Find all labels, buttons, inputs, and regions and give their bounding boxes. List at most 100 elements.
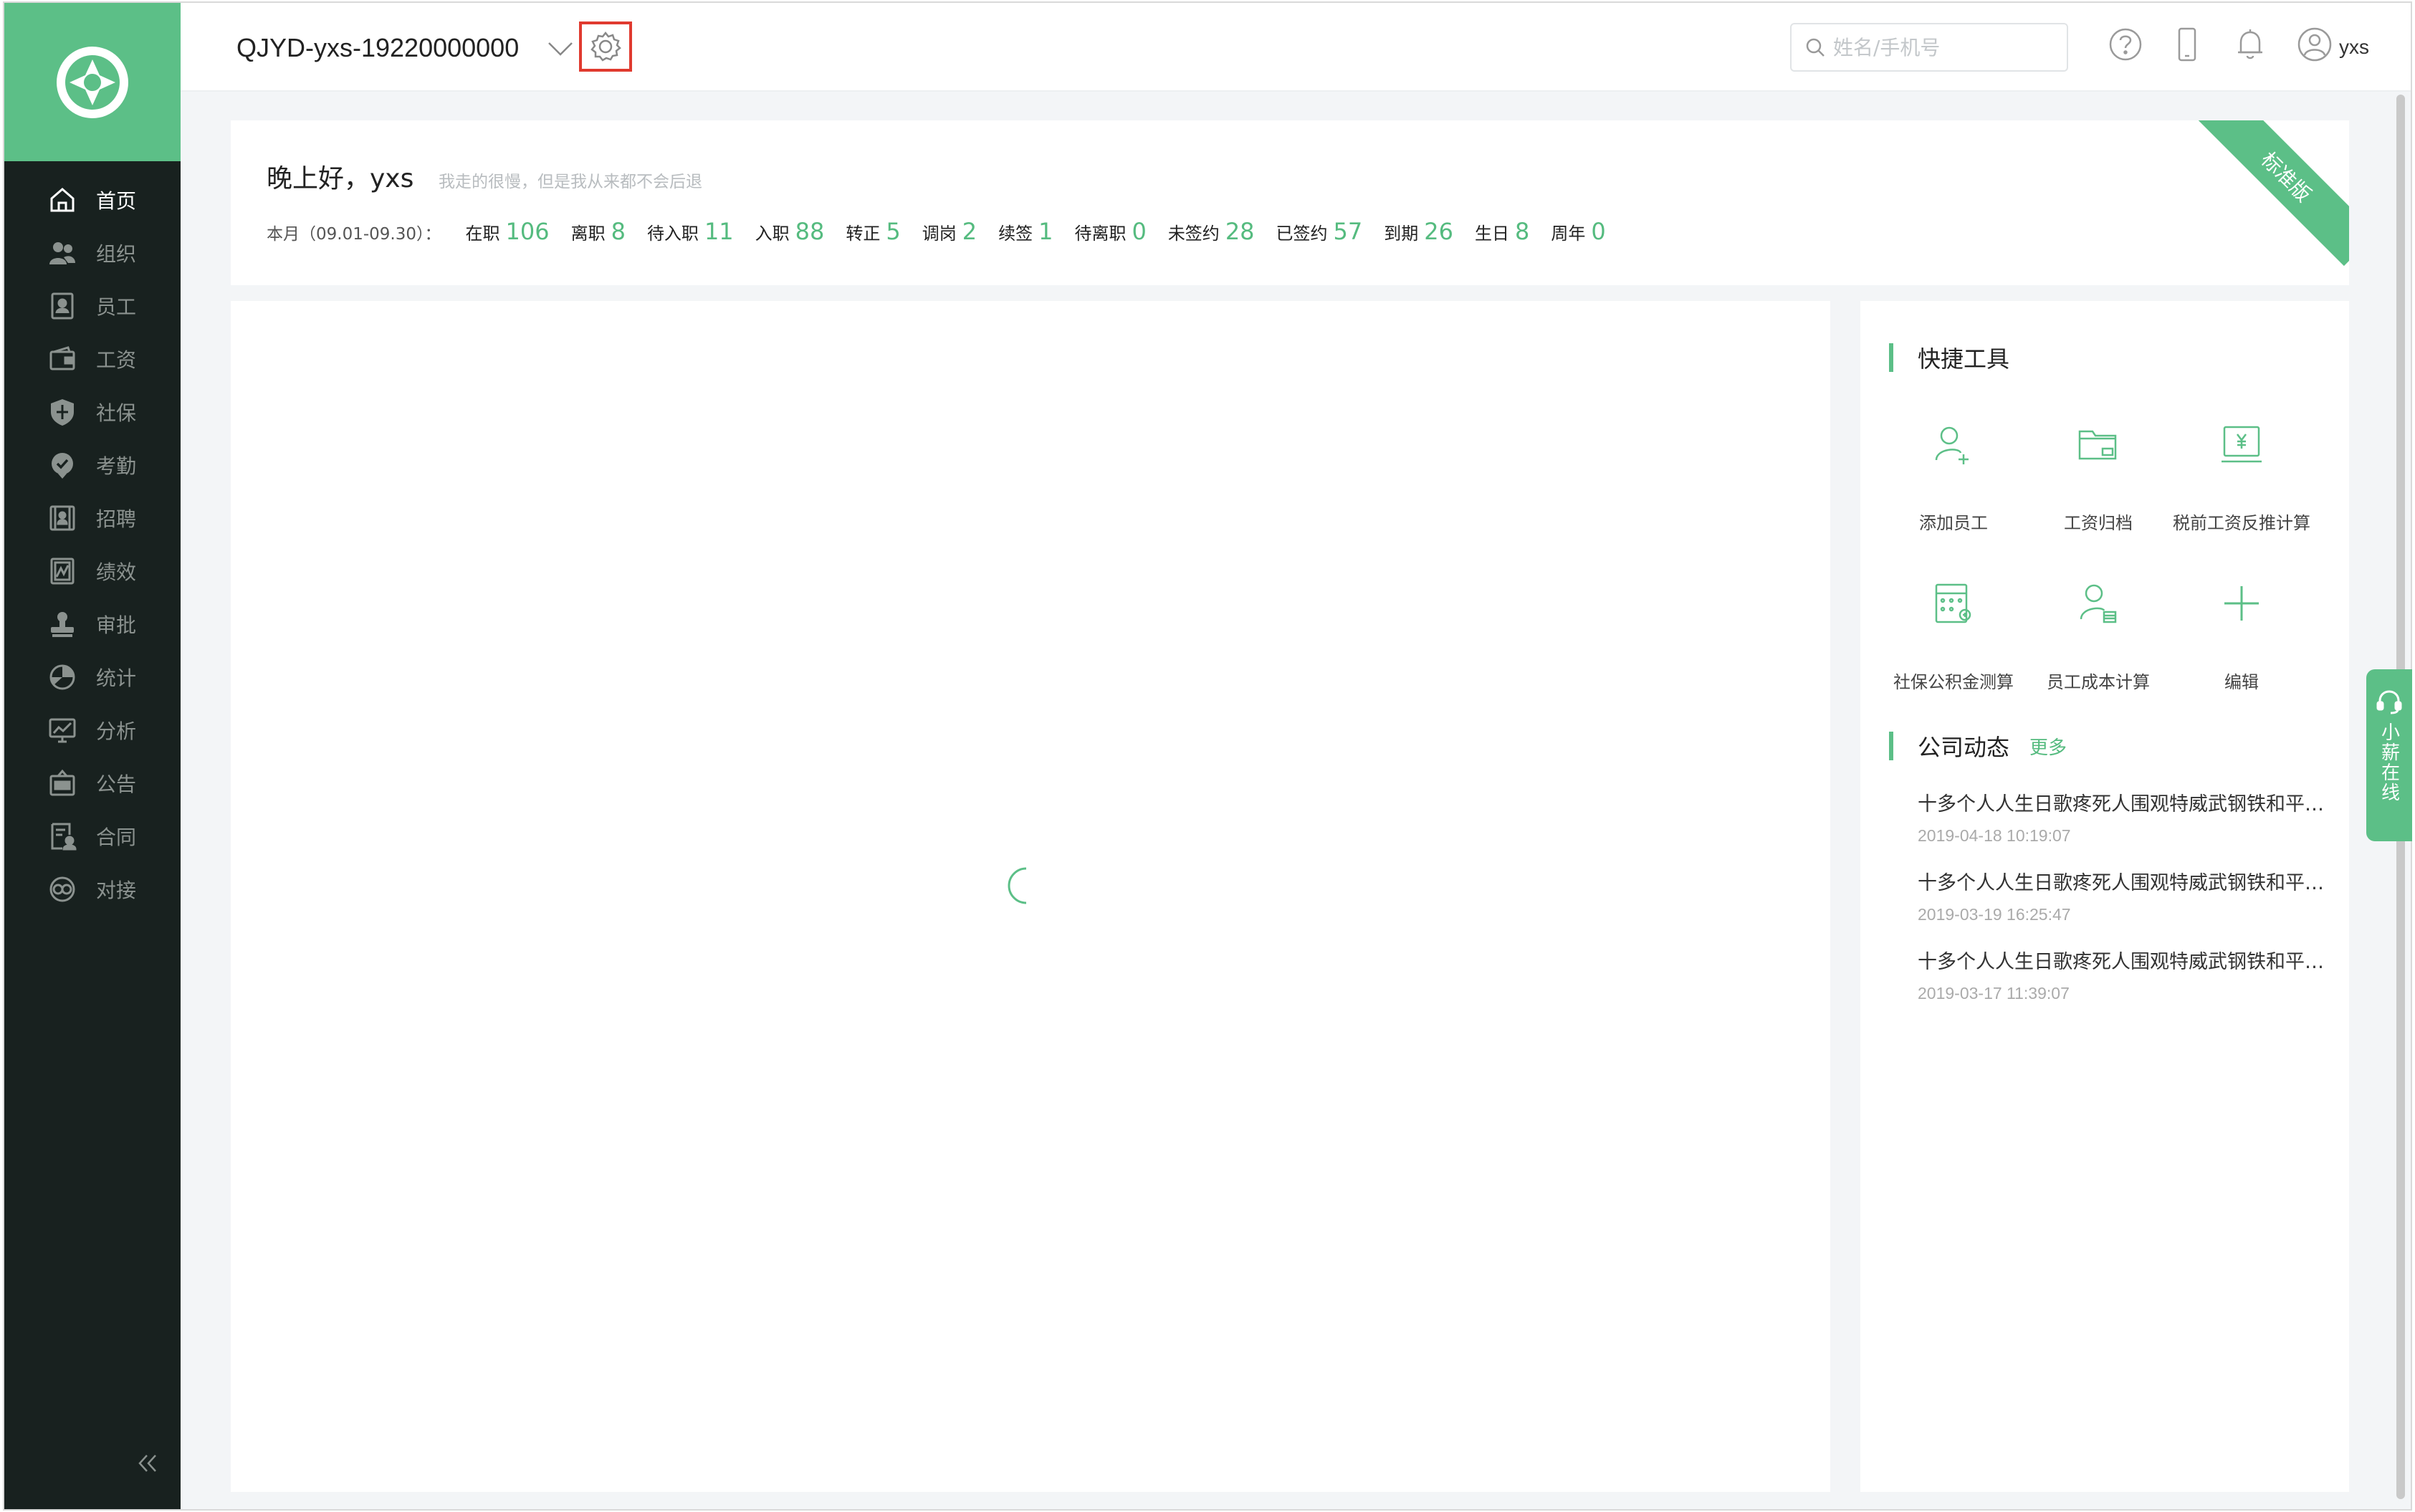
stat-resigned[interactable]: 离职 8 xyxy=(571,218,626,245)
sidebar-item-social-security[interactable]: 社保 xyxy=(4,386,181,439)
section-accent-bar xyxy=(1889,732,1893,760)
quick-tool-label: 社保公积金测算 xyxy=(1893,672,2014,692)
news-title: 十多个人人生日歌疼死人围观特威武钢铁和平精英 xyxy=(1918,951,2333,973)
calculator-icon xyxy=(1925,575,1982,632)
sidebar-item-label: 社保 xyxy=(96,401,137,425)
employee-search[interactable] xyxy=(1790,23,2068,72)
sidebar-item-label: 审批 xyxy=(96,613,137,637)
quick-tools-title: 快捷工具 xyxy=(1918,345,2010,373)
stat-entry[interactable]: 入职 88 xyxy=(755,218,825,245)
stats-period: 本月（09.01-09.30）： xyxy=(267,225,441,244)
tax-calc-icon xyxy=(2213,416,2270,473)
stat-pending-entry[interactable]: 待入职 11 xyxy=(647,218,734,245)
news-more-link[interactable]: 更多 xyxy=(2029,733,2067,760)
stat-value: 88 xyxy=(795,218,825,245)
search-input[interactable] xyxy=(1833,35,2048,59)
stat-unsigned[interactable]: 未签约 28 xyxy=(1168,218,1255,245)
stamp-icon xyxy=(47,609,77,639)
sidebar-item-label: 组织 xyxy=(96,242,137,266)
headset-icon xyxy=(2376,690,2402,714)
sidebar-item-employee[interactable]: 员工 xyxy=(4,279,181,332)
sidebar-item-label: 首页 xyxy=(96,189,137,213)
sidebar-item-notice[interactable]: 公告 xyxy=(4,757,181,810)
performance-icon xyxy=(47,556,77,586)
quick-tool-edit[interactable]: 编辑 xyxy=(2170,568,2313,711)
stat-value: 57 xyxy=(1333,218,1363,245)
stat-onboard[interactable]: 在职 106 xyxy=(466,218,550,245)
sidebar-item-recruit[interactable]: 招聘 xyxy=(4,492,181,545)
stat-label: 未签约 xyxy=(1167,224,1220,244)
sidebar-item-label: 绩效 xyxy=(96,560,137,584)
quick-tool-add-employee[interactable]: 添加员工 xyxy=(1882,408,2025,552)
news-date: 2019-03-17 11:39:07 xyxy=(1918,984,2070,1003)
org-icon xyxy=(47,238,77,268)
stat-renewal[interactable]: 续签 1 xyxy=(998,218,1053,245)
stat-label: 在职 xyxy=(465,224,500,244)
quick-tool-pretax-reverse-calc[interactable]: 税前工资反推计算 xyxy=(2170,408,2313,552)
notifications-button[interactable] xyxy=(2230,24,2270,64)
stat-label: 续签 xyxy=(998,224,1033,244)
sidebar-item-home[interactable]: 首页 xyxy=(4,173,181,226)
news-item[interactable]: 十多个人人生日歌疼死人围观特威武钢铁和平精英 2019-04-18 10:19:… xyxy=(1918,788,2333,846)
sidebar-item-performance[interactable]: 绩效 xyxy=(4,545,181,598)
sidebar-item-attendance[interactable]: 考勤 xyxy=(4,439,181,492)
stat-value: 2 xyxy=(962,218,977,245)
welcome-card: 晚上好，yxs 我走的很慢，但是我从来都不会后退 本月（09.01-09.30）… xyxy=(231,120,2349,285)
news-item[interactable]: 十多个人人生日歌疼死人围观特威武钢铁和平精英 2019-03-19 16:25:… xyxy=(1918,867,2333,924)
stat-label: 周年 xyxy=(1551,224,1586,244)
mobile-app-button[interactable] xyxy=(2167,24,2207,64)
quick-tool-label: 税前工资反推计算 xyxy=(2173,513,2310,533)
chevron-down-icon[interactable] xyxy=(546,34,575,63)
news-date: 2019-04-18 10:19:07 xyxy=(1918,826,2071,845)
quick-tool-label: 工资归档 xyxy=(2064,513,2133,533)
top-header: QJYD-yxs-19220000000 yxs xyxy=(181,3,2411,92)
online-help-tab[interactable]: 小薪在线 xyxy=(2366,669,2412,841)
quick-tool-employee-cost[interactable]: 员工成本计算 xyxy=(2027,568,2170,711)
sidebar-item-label: 分析 xyxy=(96,719,137,743)
quick-tool-salary-archive[interactable]: 工资归档 xyxy=(2027,408,2170,552)
company-settings-button[interactable] xyxy=(579,21,632,72)
sidebar-item-approval[interactable]: 审批 xyxy=(4,598,181,651)
stat-value: 1 xyxy=(1038,218,1053,245)
quick-tool-label: 员工成本计算 xyxy=(2047,672,2150,692)
stat-pending-leave[interactable]: 待离职 0 xyxy=(1074,218,1146,245)
news-date: 2019-03-19 16:25:47 xyxy=(1918,905,2071,924)
stat-value: 0 xyxy=(1132,218,1147,245)
quick-tool-label: 编辑 xyxy=(2224,672,2259,692)
sidebar-item-label: 考勤 xyxy=(96,454,137,478)
right-side-panel: 快捷工具 添加员工 工资归档 税前工资反推计算 社保公积金测算 员工成本计算 编… xyxy=(1860,301,2349,1492)
sidebar-item-org[interactable]: 组织 xyxy=(4,226,181,279)
company-name[interactable]: QJYD-yxs-19220000000 xyxy=(236,33,519,63)
stat-signed[interactable]: 已签约 57 xyxy=(1276,218,1363,245)
stat-expiring[interactable]: 到期 26 xyxy=(1384,218,1453,245)
help-button[interactable] xyxy=(2105,24,2146,64)
double-chevron-left-icon xyxy=(138,1455,156,1472)
sidebar-item-analysis[interactable]: 分析 xyxy=(4,704,181,757)
stat-transfer[interactable]: 调岗 2 xyxy=(922,218,977,245)
section-accent-bar xyxy=(1889,343,1893,372)
stat-label: 生日 xyxy=(1474,224,1509,244)
pie-icon xyxy=(47,662,77,692)
collapse-sidebar-button[interactable] xyxy=(133,1449,162,1478)
employee-icon xyxy=(47,291,77,321)
news-item[interactable]: 十多个人人生日歌疼死人围观特威武钢铁和平精英 2019-03-17 11:39:… xyxy=(1918,946,2333,1003)
sidebar-item-contract[interactable]: 合同 xyxy=(4,810,181,863)
link-icon xyxy=(47,874,77,904)
logo[interactable] xyxy=(4,3,181,161)
stat-label: 调岗 xyxy=(922,224,957,244)
sidebar-item-statistics[interactable]: 统计 xyxy=(4,651,181,704)
stat-regular[interactable]: 转正 5 xyxy=(846,218,900,245)
sidebar-item-salary[interactable]: 工资 xyxy=(4,332,181,386)
sidebar-item-label: 员工 xyxy=(96,295,137,319)
sidebar-item-integration[interactable]: 对接 xyxy=(4,863,181,916)
app-window: 首页 组织 员工 工资 社保 考勤 招聘 绩效 审批 统计 分析 公告 合同 对… xyxy=(3,1,2412,1511)
quick-tool-social-fund-calc[interactable]: 社保公积金测算 xyxy=(1882,568,2025,711)
user-avatar[interactable] xyxy=(2295,24,2335,64)
username[interactable]: yxs xyxy=(2339,36,2369,59)
stat-birthday[interactable]: 生日 8 xyxy=(1475,218,1529,245)
stat-anniversary[interactable]: 周年 0 xyxy=(1551,218,1605,245)
recruit-icon xyxy=(47,503,77,533)
add-user-icon xyxy=(1925,416,1982,473)
stat-value: 0 xyxy=(1591,218,1606,245)
greeting: 晚上好，yxs xyxy=(267,164,414,193)
